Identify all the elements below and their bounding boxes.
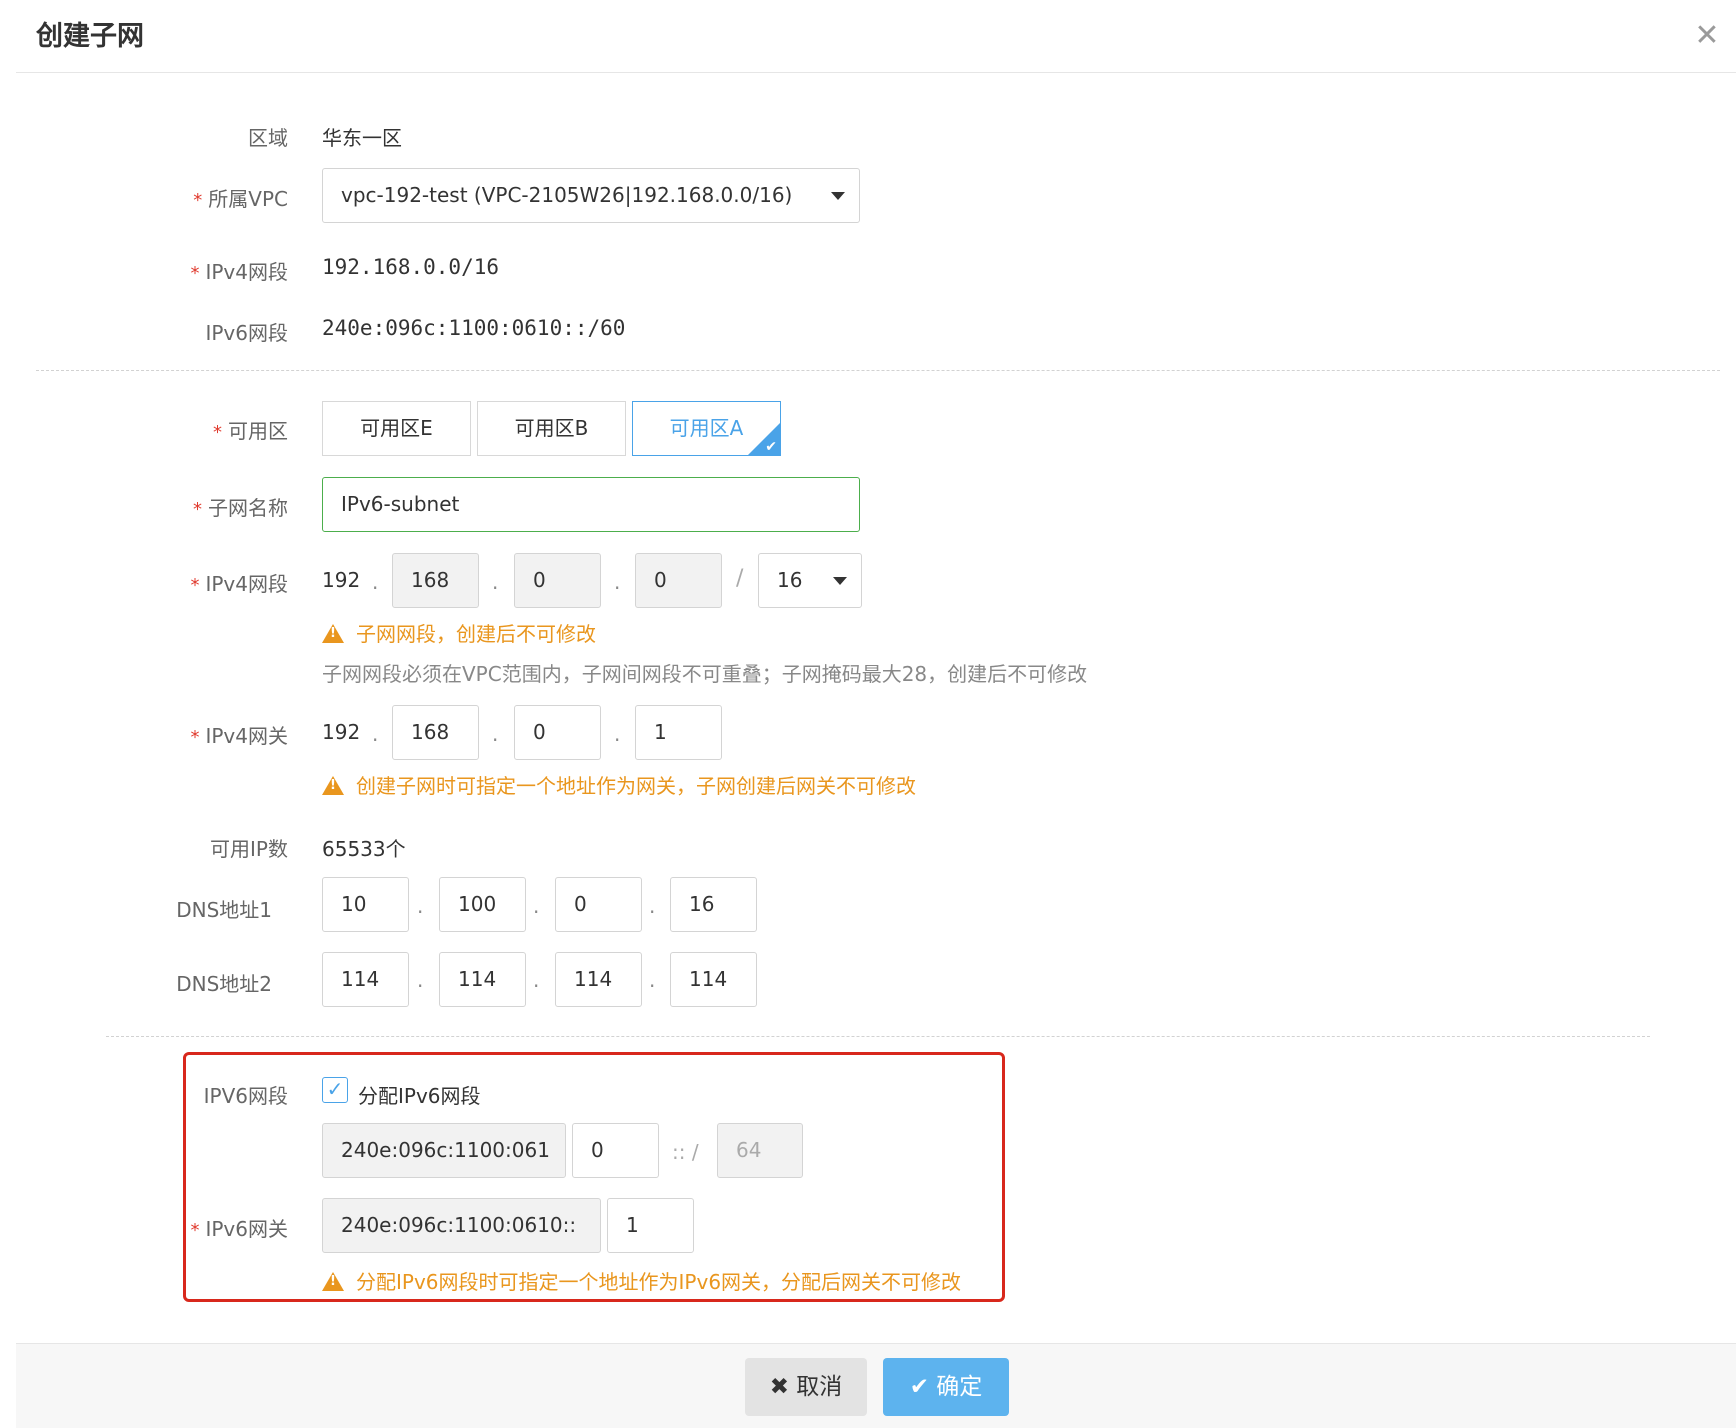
vpc-select-value: vpc-192-test (VPC-2105W26|192.168.0.0/16… — [341, 183, 793, 207]
ipv6-assign-checkbox[interactable]: ✓ — [322, 1077, 348, 1103]
warning-icon: ! — [322, 1272, 344, 1291]
dot-separator: . — [533, 968, 540, 992]
dot-separator: . — [492, 570, 499, 594]
subnet-mask-select[interactable]: 16 — [758, 553, 862, 608]
vpc-label: * 所属VPC — [193, 187, 288, 211]
chevron-down-icon — [831, 192, 845, 200]
subnet-ipv4-octet3: 0 — [514, 553, 601, 608]
dns1-octet4[interactable]: 16 — [670, 877, 757, 932]
header-divider — [16, 72, 1736, 73]
ipv6-suffix-input[interactable]: 0 — [572, 1123, 659, 1178]
dialog-footer — [16, 1343, 1736, 1428]
zone-option-a[interactable]: 可用区A ✔ — [632, 401, 781, 456]
subnet-mask-value: 16 — [777, 568, 803, 592]
dot-separator: . — [649, 968, 656, 992]
section-divider — [106, 1036, 1650, 1037]
region-value: 华东一区 — [322, 126, 402, 150]
dot-separator: . — [417, 968, 424, 992]
dns1-octet3[interactable]: 0 — [555, 877, 642, 932]
gateway-ipv4-label: * IPv4网关 — [190, 724, 288, 748]
check-icon: ✔ — [765, 439, 777, 455]
dns2-octet2[interactable]: 114 — [439, 952, 526, 1007]
create-subnet-dialog: 创建子网 ✕ 区域 华东一区 * 所属VPC vpc-192-test (VPC-… — [0, 0, 1736, 1428]
ipv6-prefix-field: 240e:096c:1100:061 — [322, 1123, 566, 1178]
zone-option-e-label: 可用区E — [360, 416, 433, 440]
available-ips-label: 可用IP数 — [210, 837, 288, 861]
ipv6-prefix-length: 64 — [717, 1123, 803, 1178]
subnet-ipv4-label: * IPv4网段 — [190, 572, 288, 596]
cancel-button[interactable]: ✖ 取消 — [745, 1358, 867, 1416]
dns2-octet3[interactable]: 114 — [555, 952, 642, 1007]
ipv6-gateway-input[interactable]: 1 — [607, 1198, 694, 1253]
dot-separator: . — [533, 894, 540, 918]
dot-separator: . — [492, 722, 499, 746]
zone-label: * 可用区 — [213, 419, 288, 443]
dns1-label: DNS地址1 — [176, 898, 272, 922]
check-icon: ✓ — [326, 1077, 344, 1101]
dot-separator: . — [649, 894, 656, 918]
warning-icon: ! — [322, 624, 344, 643]
close-icon: ✖ — [769, 1374, 797, 1400]
subnet-name-value: IPv6-subnet — [341, 492, 460, 516]
ipv6-gateway-label: * IPv6网关 — [190, 1217, 288, 1241]
dialog-title: 创建子网 — [36, 21, 144, 52]
zone-option-b[interactable]: 可用区B — [477, 401, 626, 456]
dns2-label: DNS地址2 — [176, 972, 272, 996]
dot-separator: . — [372, 722, 379, 746]
vpc-select[interactable]: vpc-192-test (VPC-2105W26|192.168.0.0/16… — [322, 168, 860, 223]
dot-separator: . — [614, 570, 621, 594]
gateway-ipv4-octet2[interactable]: 168 — [392, 705, 479, 760]
check-icon: ✔ — [909, 1374, 937, 1400]
vpc-ipv6-value: 240e:096c:1100:0610::/60 — [322, 316, 626, 340]
region-label: 区域 — [248, 126, 288, 150]
gateway-ipv4-octet1: 192 — [322, 720, 361, 744]
chevron-down-icon — [833, 577, 847, 585]
ipv6-gateway-warning: ! 分配IPv6网段时可指定一个地址作为IPv6网关，分配后网关不可修改 — [322, 1266, 961, 1295]
vpc-ipv4-value: 192.168.0.0/16 — [322, 255, 500, 279]
dns1-octet1[interactable]: 10 — [322, 877, 409, 932]
section-divider — [36, 370, 1720, 371]
ipv6-assign-label: 分配IPv6网段 — [358, 1084, 481, 1108]
subnet-ipv4-octet1: 192 — [322, 568, 361, 592]
dns1-octet2[interactable]: 100 — [439, 877, 526, 932]
subnet-name-label: * 子网名称 — [193, 496, 288, 520]
vpc-ipv4-label: * IPv4网段 — [190, 260, 288, 284]
ipv6-separator: :: / — [672, 1140, 699, 1164]
zone-option-a-label: 可用区A — [669, 416, 744, 440]
subnet-ipv4-octet2: 168 — [392, 553, 479, 608]
dot-separator: . — [372, 570, 379, 594]
ipv6-section-label: IPV6网段 — [203, 1084, 288, 1108]
gateway-ipv4-octet3[interactable]: 0 — [514, 705, 601, 760]
warning-icon: ! — [322, 776, 344, 795]
slash-separator: / — [736, 566, 744, 591]
vpc-ipv6-label: IPv6网段 — [205, 321, 288, 345]
gateway-ipv4-octet4[interactable]: 1 — [635, 705, 722, 760]
gateway-ipv4-warning: ! 创建子网时可指定一个地址作为网关，子网创建后网关不可修改 — [322, 770, 916, 799]
confirm-button[interactable]: ✔ 确定 — [883, 1358, 1009, 1416]
close-icon[interactable]: ✕ — [1694, 20, 1720, 52]
zone-option-e[interactable]: 可用区E — [322, 401, 471, 456]
dot-separator: . — [614, 722, 621, 746]
ipv6-gateway-prefix: 240e:096c:1100:0610:: — [322, 1198, 601, 1253]
zone-option-b-label: 可用区B — [514, 416, 589, 440]
subnet-ipv4-octet4: 0 — [635, 553, 722, 608]
subnet-name-input[interactable]: IPv6-subnet — [322, 477, 860, 532]
subnet-range-hint: 子网网段必须在VPC范围内，子网间网段不可重叠；子网掩码最大28，创建后不可修改 — [322, 662, 1088, 686]
available-ips-value: 65533个 — [322, 837, 406, 861]
dot-separator: . — [417, 894, 424, 918]
subnet-range-warning: ! 子网网段，创建后不可修改 — [322, 618, 596, 647]
dns2-octet4[interactable]: 114 — [670, 952, 757, 1007]
dns2-octet1[interactable]: 114 — [322, 952, 409, 1007]
